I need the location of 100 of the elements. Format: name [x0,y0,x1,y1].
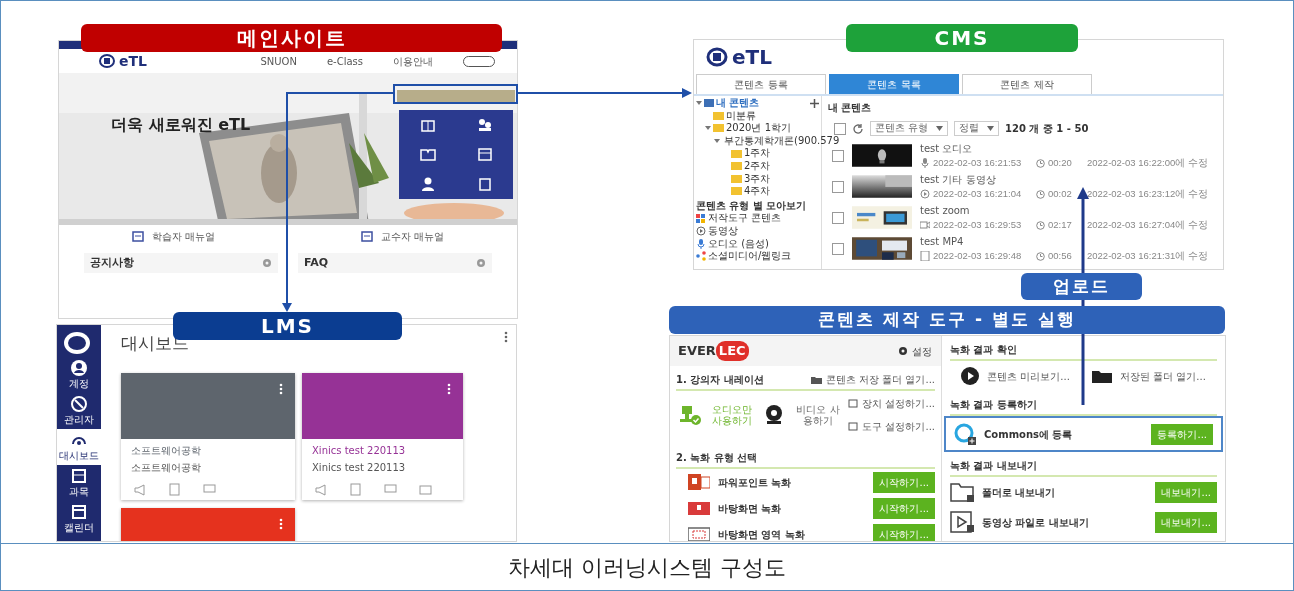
section-heading: 내 콘텐츠 [828,101,873,115]
section-label: 콘텐츠 제작 도구 - 별도 실행 [669,306,1225,334]
type-filter-item[interactable]: 동영상 [708,224,738,238]
type-filter-item[interactable]: 오디오 (음성) [708,237,769,251]
clock-icon [1036,220,1045,230]
tree-item[interactable]: 2020년 1학기 [726,122,791,135]
megaphone-icon[interactable] [314,482,327,496]
document-icon [131,230,144,242]
caret-icon [936,126,944,131]
created-date: 2022-02-03 16:21:04 [933,186,1023,201]
created-date: 2022-02-03 16:29:53 [933,217,1023,232]
microphone-icon [920,158,930,168]
course-name[interactable]: 소프트웨어공학 [121,438,295,458]
kebab-icon[interactable] [504,331,508,343]
list-icon [704,99,714,108]
account-icon [70,359,88,376]
record-mode-title: 파워포인트 녹화 [718,475,793,490]
hero-headline: 더욱 새로워진 eTL [111,114,251,136]
play-icon [696,226,706,237]
film-icon [950,511,974,533]
dropdown[interactable]: 정렬 [954,121,1000,136]
register-title: Commons에 등록 [984,427,1074,442]
type-filter-item[interactable]: 저작도구 콘텐츠 [708,212,782,225]
checkbox[interactable] [832,180,844,193]
export-title: 폴더로 내보내기 [982,485,1057,500]
section-heading: 녹화 결과 내보내기 [950,459,1037,473]
manual-link[interactable]: 학습자 매뉴얼 [151,228,216,244]
course-card[interactable]: 소프트웨어공학 소프트웨어공학 [121,372,295,500]
dropdown[interactable]: 콘텐츠 유형 [870,121,949,136]
sidebar-item[interactable]: 과목 [57,465,101,501]
nav-link[interactable]: SNUON [260,53,297,69]
kebab-icon[interactable] [279,517,283,530]
logo-badge: LEC [715,341,749,361]
tool-link[interactable]: 도구 설정하기... [848,419,935,434]
tree-item[interactable]: 내 콘텐츠 [716,97,760,110]
emblem-icon [99,54,115,68]
content-title[interactable]: test MP4 [920,233,1208,249]
tab[interactable]: 콘텐츠 제작 [962,74,1092,94]
section-heading: 2. 녹화 유형 선택 [676,451,758,465]
tree-item[interactable]: 부간통계학개론(900.579 [724,134,840,148]
manual-link[interactable]: 교수자 매뉴얼 [380,228,445,244]
settings-button[interactable]: 설정 [897,342,933,360]
tree-item[interactable]: 미분류 [726,109,756,123]
monitor-icon [688,499,710,517]
sidebar-item[interactable]: 관리자 [57,393,101,429]
tree-item[interactable]: 1주차 [744,147,771,160]
nav-link[interactable]: e-Class [326,53,363,69]
expand-caret[interactable] [714,139,720,144]
checkbox[interactable] [832,211,844,224]
course-card[interactable]: Xinics test 220113 Xinics test 220113 [302,372,463,500]
record-mode-title: 바탕화면 녹화 [718,501,783,516]
content-title[interactable]: test zoom [920,202,1208,218]
section-heading: 녹화 결과 등록하기 [950,398,1037,412]
megaphone-icon[interactable] [133,482,146,496]
kebab-icon[interactable] [447,382,451,395]
tree-item[interactable]: 3주차 [744,172,771,186]
sidebar-item[interactable]: 계정 [57,357,101,393]
narration-option[interactable]: 비디오 사용하기 [794,403,842,427]
logo-text: EVER [678,342,716,361]
section-label: 메인사이트 [81,24,502,52]
sidebar-item[interactable]: 대시보드 [57,429,101,465]
duration: 00:56 [1048,248,1073,263]
section-heading: 녹화 결과 확인 [950,343,1017,357]
created-date: 2022-02-03 16:29:48 [933,248,1023,263]
type-filter-item[interactable]: 소셜미디어/웹링크 [708,250,792,263]
play-icon [961,367,980,385]
add-icon[interactable] [810,98,819,108]
tool-link[interactable]: 장치 설정하기... [848,396,935,411]
grid-icon [696,213,706,224]
checkbox[interactable] [832,242,844,255]
created-date: 2022-02-03 16:21:53 [933,155,1023,170]
content-title[interactable]: test 오디오 [920,140,1208,156]
tree-item[interactable]: 2주차 [744,159,771,173]
result-action-link[interactable]: 콘텐츠 미리보기... [961,367,1070,385]
tree-item[interactable]: 4주차 [744,185,771,198]
sidebar-item[interactable]: 캘린더 [57,501,101,537]
folder-link[interactable]: 콘텐츠 저장 폴더 열기... [810,372,935,387]
checkbox[interactable] [832,149,844,162]
tab[interactable]: 콘텐츠 목록 [829,74,959,94]
course-name[interactable]: Xinics test 220113 [302,438,463,458]
export-title: 동영상 파일로 내보내기 [982,515,1090,530]
modified-date: 2022-02-03 16:27:04에 수정 [1087,217,1208,232]
nav-link[interactable]: 이용안내 [393,53,433,69]
tab[interactable]: 콘텐츠 등록 [696,74,826,94]
microphone-icon [696,238,706,249]
clock-icon [1036,158,1045,168]
result-count: 120 개 중 1 - 50 [1005,122,1089,136]
select-all-checkbox[interactable] [834,122,846,135]
refresh-icon[interactable] [852,122,864,135]
logo-text: eTL [732,44,772,71]
modified-date: 2022-02-03 16:22:00에 수정 [1087,155,1208,170]
gear-icon [898,346,908,356]
duration: 00:02 [1048,186,1073,201]
result-action-link[interactable]: 저장된 폴더 열기... [1092,368,1206,384]
admin-icon [70,395,88,412]
figure-caption: 차세대 이러닝시스템 구성도 [508,553,786,582]
gear-icon [476,258,486,268]
kebab-icon[interactable] [279,382,283,395]
content-title[interactable]: test 기타 동영상 [920,171,1208,187]
course-subtitle: 소프트웨어공학 [130,460,202,475]
